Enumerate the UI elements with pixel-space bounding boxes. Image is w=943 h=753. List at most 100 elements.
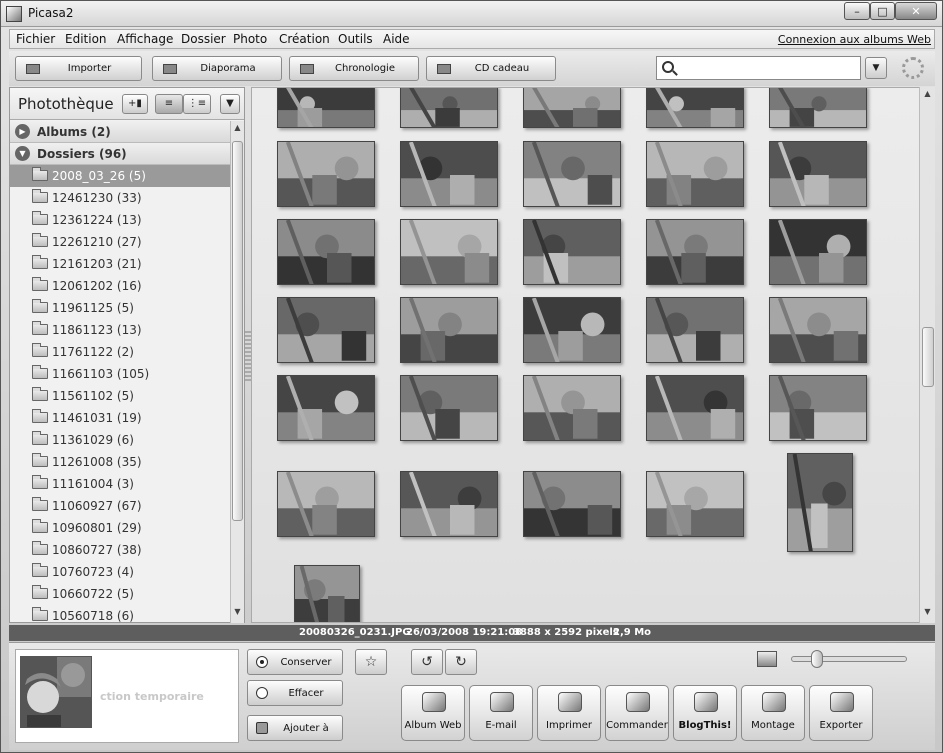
photo-thumbnail[interactable]	[769, 141, 867, 207]
scroll-down-icon[interactable]: ▼	[922, 607, 933, 621]
photo-thumbnail[interactable]	[523, 375, 621, 441]
photo-thumbnail[interactable]	[277, 219, 375, 285]
folder-item[interactable]: 12161203 (21)	[10, 253, 230, 275]
albums-section[interactable]: ▶ Albums (2)	[10, 121, 230, 143]
photo-thumbnail[interactable]	[646, 471, 744, 537]
menu-fichier[interactable]: Fichier	[16, 32, 55, 46]
photo-thumbnail[interactable]	[769, 375, 867, 441]
menu-outils[interactable]: Outils	[338, 32, 373, 46]
scroll-up-icon[interactable]: ▲	[922, 89, 933, 103]
photo-thumbnail[interactable]	[523, 88, 621, 128]
scroll-thumb[interactable]	[232, 141, 243, 521]
photo-thumbnail[interactable]	[277, 141, 375, 207]
folder-item[interactable]: 2008_03_26 (5)	[10, 165, 230, 187]
photo-thumbnail[interactable]	[769, 297, 867, 363]
timeline-button[interactable]: Chronologie	[289, 56, 419, 81]
blogthis-button[interactable]: BlogThis!	[673, 685, 737, 741]
search-options-button[interactable]: ▼	[865, 57, 887, 79]
folder-item[interactable]: 11461031 (19)	[10, 407, 230, 429]
folder-item[interactable]: 11261008 (35)	[10, 451, 230, 473]
photo-thumbnail[interactable]	[400, 375, 498, 441]
folder-item[interactable]: 11761122 (2)	[10, 341, 230, 363]
photo-thumbnail[interactable]	[400, 88, 498, 128]
folders-section[interactable]: ▼ Dossiers (96)	[10, 143, 230, 165]
folder-item[interactable]: 12061202 (16)	[10, 275, 230, 297]
web-albums-link[interactable]: Connexion aux albums Web	[778, 33, 931, 46]
photo-thumbnail[interactable]	[769, 88, 867, 128]
photo-thumbnail[interactable]	[400, 297, 498, 363]
slideshow-button[interactable]: Diaporama	[152, 56, 282, 81]
menu-edition[interactable]: Edition	[65, 32, 107, 46]
folder-item[interactable]: 10860727 (38)	[10, 539, 230, 561]
tray-photo[interactable]	[20, 656, 92, 728]
photo-thumbnail[interactable]	[523, 471, 621, 537]
folder-item[interactable]: 10560718 (6)	[10, 605, 230, 623]
web-album-button[interactable]: Album Web	[401, 685, 465, 741]
photo-thumbnail[interactable]	[400, 219, 498, 285]
maximize-button[interactable]: □	[870, 2, 895, 20]
folder-item[interactable]: 12461230 (33)	[10, 187, 230, 209]
order-button[interactable]: Commander	[605, 685, 669, 741]
photo-thumbnail[interactable]	[523, 219, 621, 285]
photo-thumbnail[interactable]	[646, 219, 744, 285]
folder-item[interactable]: 12261210 (27)	[10, 231, 230, 253]
close-button[interactable]: ✕	[895, 2, 937, 20]
scroll-thumb[interactable]	[922, 327, 934, 387]
zoom-slider[interactable]	[791, 656, 907, 662]
montage-button[interactable]: Montage	[741, 685, 805, 741]
folder-item[interactable]: 11661103 (105)	[10, 363, 230, 385]
library-scrollbar[interactable]: ▲ ▼	[230, 121, 244, 623]
clear-button[interactable]: Effacer	[247, 680, 343, 706]
folder-item[interactable]: 10660722 (5)	[10, 583, 230, 605]
photo-thumbnail[interactable]	[523, 297, 621, 363]
photo-thumbnail[interactable]	[769, 219, 867, 285]
flat-view-button[interactable]: ≡	[155, 94, 183, 114]
star-button[interactable]: ☆	[355, 649, 387, 675]
menu-photo[interactable]: Photo	[233, 32, 267, 46]
photo-thumbnail[interactable]	[646, 375, 744, 441]
photo-thumbnail[interactable]	[646, 297, 744, 363]
menu-aide[interactable]: Aide	[383, 32, 410, 46]
photo-thumbnail[interactable]	[646, 88, 744, 128]
print-button[interactable]: Imprimer	[537, 685, 601, 741]
zoom-slider-knob[interactable]	[811, 650, 823, 668]
folder-item[interactable]: 10760723 (4)	[10, 561, 230, 583]
photo-thumbnail[interactable]	[400, 141, 498, 207]
scroll-up-icon[interactable]: ▲	[232, 123, 243, 137]
rotate-left-button[interactable]: ↺	[411, 649, 443, 675]
folder-item[interactable]: 11161004 (3)	[10, 473, 230, 495]
photo-thumbnail[interactable]	[277, 88, 375, 128]
export-button[interactable]: Exporter	[809, 685, 873, 741]
view-menu-button[interactable]: ▼	[220, 94, 240, 114]
menu-dossier[interactable]: Dossier	[181, 32, 226, 46]
folder-item[interactable]: 10960801 (29)	[10, 517, 230, 539]
photo-thumbnail[interactable]	[277, 297, 375, 363]
folder-item[interactable]: 11861123 (13)	[10, 319, 230, 341]
minimize-button[interactable]: –	[844, 2, 870, 20]
add-to-button[interactable]: Ajouter à	[247, 715, 343, 741]
menu-creation[interactable]: Création	[279, 32, 330, 46]
photo-scrollbar[interactable]: ▲ ▼	[919, 87, 935, 623]
tree-view-button[interactable]: ⋮≡	[183, 94, 211, 114]
search-input[interactable]	[656, 56, 861, 80]
photo-thumbnail[interactable]	[294, 565, 360, 622]
gift-cd-button[interactable]: CD cadeau	[426, 56, 556, 81]
folder-item[interactable]: 11561102 (5)	[10, 385, 230, 407]
folder-item[interactable]: 11361029 (6)	[10, 429, 230, 451]
photo-thumbnail[interactable]	[400, 471, 498, 537]
photo-thumbnail[interactable]	[646, 141, 744, 207]
import-button[interactable]: Importer	[15, 56, 142, 81]
rotate-right-button[interactable]: ↻	[445, 649, 477, 675]
scroll-down-icon[interactable]: ▼	[232, 607, 243, 621]
menu-affichage[interactable]: Affichage	[117, 32, 173, 46]
email-button[interactable]: E-mail	[469, 685, 533, 741]
photo-thumbnail[interactable]	[523, 141, 621, 207]
folder-item[interactable]: 11060927 (67)	[10, 495, 230, 517]
new-album-button[interactable]: +▮	[122, 94, 148, 114]
photo-thumbnail[interactable]	[787, 453, 853, 552]
hold-button[interactable]: Conserver	[247, 649, 343, 675]
photo-thumbnail[interactable]	[277, 471, 375, 537]
folder-item[interactable]: 11961125 (5)	[10, 297, 230, 319]
folder-item[interactable]: 12361224 (13)	[10, 209, 230, 231]
photo-thumbnail[interactable]	[277, 375, 375, 441]
